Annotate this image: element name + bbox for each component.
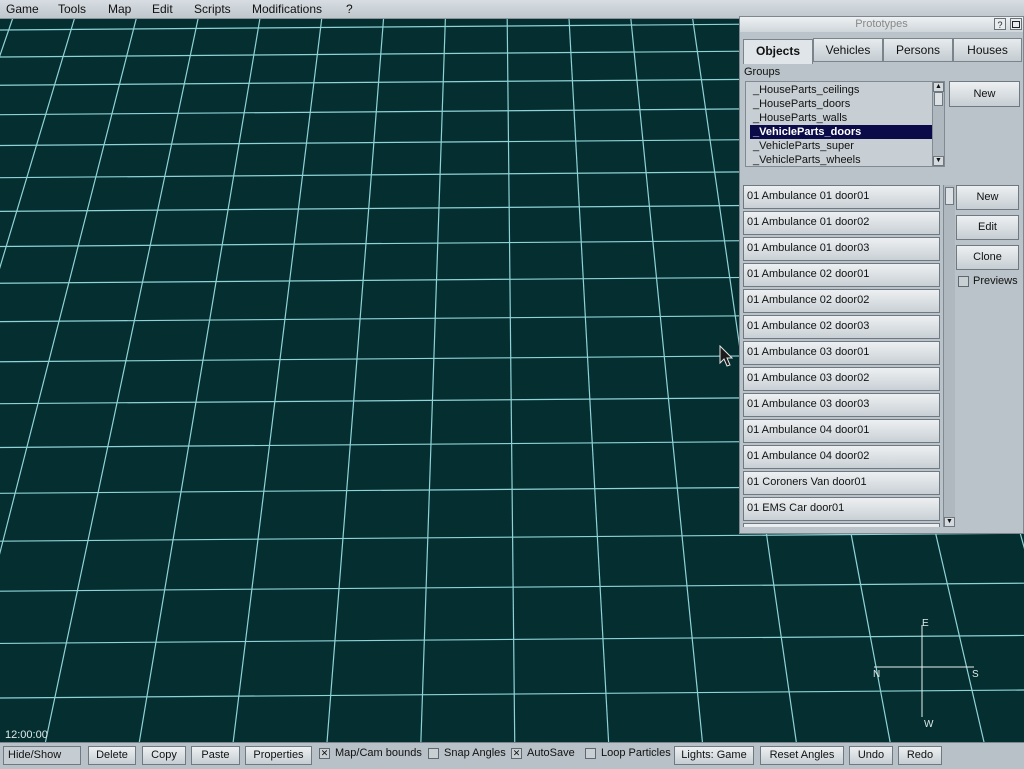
grid-line — [567, 0, 611, 768]
map-cam-bounds-label: Map/Cam bounds — [335, 747, 422, 759]
autosave-label: AutoSave — [527, 747, 575, 759]
redo-button[interactable]: Redo — [898, 746, 942, 765]
grid-line — [0, 582, 1024, 592]
compass-cross — [874, 625, 974, 717]
groups-scrollbar[interactable]: ▲ ▼ — [932, 82, 944, 166]
undo-button[interactable]: Undo — [849, 746, 893, 765]
menu-modifications[interactable]: Modifications — [252, 2, 322, 16]
prototypes-panel: Prototypes ? Objects Vehicles Persons Ho… — [739, 16, 1024, 534]
mouse-cursor-icon — [719, 345, 733, 367]
grid-line — [419, 0, 447, 768]
compass-west: W — [924, 719, 934, 730]
groups-list[interactable]: _HouseParts_ceilings _HouseParts_doors _… — [745, 81, 945, 167]
list-item[interactable]: 01 Ambulance 03 door01 — [743, 341, 940, 365]
copy-button[interactable]: Copy — [142, 746, 186, 765]
group-item[interactable]: _VehicleParts_wheels — [750, 153, 864, 166]
check-mark-icon: ✕ — [320, 748, 329, 758]
group-item[interactable]: _HouseParts_walls — [750, 111, 850, 125]
edit-button[interactable]: Edit — [956, 215, 1019, 240]
lights-button[interactable]: Lights: Game — [674, 746, 754, 765]
panel-title: Prototypes — [740, 17, 1023, 32]
snap-angles-checkbox[interactable] — [428, 748, 439, 759]
snap-angles-label: Snap Angles — [444, 747, 506, 759]
tab-houses[interactable]: Houses — [953, 38, 1022, 62]
grid-line — [324, 0, 386, 768]
prototype-scrollbar[interactable]: ▼ — [943, 185, 955, 527]
menu-scripts[interactable]: Scripts — [194, 2, 231, 16]
tab-objects[interactable]: Objects — [743, 39, 813, 64]
scroll-thumb[interactable] — [934, 92, 943, 106]
menu-help[interactable]: ? — [346, 2, 353, 16]
prototype-list[interactable]: 01 Ambulance 01 door01 01 Ambulance 01 d… — [743, 185, 955, 527]
group-item[interactable]: _HouseParts_doors — [750, 97, 853, 111]
previews-checkbox[interactable] — [958, 276, 969, 287]
scroll-down-icon[interactable]: ▼ — [933, 156, 944, 166]
grid-line — [39, 0, 203, 768]
tab-persons[interactable]: Persons — [883, 38, 953, 62]
grid-line — [628, 0, 706, 768]
game-clock: 12:00:00 — [5, 729, 48, 741]
compass: E N S W — [870, 615, 980, 733]
grid-line — [506, 0, 516, 768]
clone-button[interactable]: Clone — [956, 245, 1019, 270]
menu-edit[interactable]: Edit — [152, 2, 173, 16]
autosave-checkbox[interactable]: ✕ — [511, 748, 522, 759]
maximize-button[interactable] — [1010, 18, 1022, 30]
list-item[interactable]: 01 Ambulance 03 door02 — [743, 367, 940, 391]
new-button[interactable]: New — [956, 185, 1019, 210]
menu-tools[interactable]: Tools — [58, 2, 86, 16]
list-item[interactable]: 01 Ambulance 03 door03 — [743, 393, 940, 417]
grid-line — [0, 0, 142, 555]
list-item[interactable]: 01 Ambulance 01 door03 — [743, 237, 940, 261]
groups-label: Groups — [744, 66, 781, 78]
scroll-thumb[interactable] — [945, 187, 954, 205]
maximize-icon — [1012, 21, 1020, 28]
list-item[interactable]: 01 Ambulance 04 door01 — [743, 419, 940, 443]
list-item[interactable]: 01 Ambulance 01 door02 — [743, 211, 940, 235]
panel-title-text: Prototypes — [855, 18, 908, 30]
paste-button[interactable]: Paste — [191, 746, 240, 765]
bottom-toolbar: Hide/Show Delete Copy Paste Properties ✕… — [0, 742, 1024, 769]
list-item[interactable]: 01 Ambulance 02 door01 — [743, 263, 940, 287]
previews-label: Previews — [973, 275, 1018, 287]
list-item[interactable]: 01 Ambulance 02 door02 — [743, 289, 940, 313]
scroll-down-icon[interactable]: ▼ — [944, 517, 955, 527]
group-item-selected[interactable]: _VehicleParts_doors — [750, 125, 932, 139]
scroll-up-icon[interactable]: ▲ — [933, 82, 944, 92]
reset-angles-button[interactable]: Reset Angles — [760, 746, 844, 765]
tab-vehicles[interactable]: Vehicles — [813, 38, 883, 62]
loop-particles-checkbox[interactable] — [585, 748, 596, 759]
check-mark-icon: ✕ — [512, 748, 521, 758]
compass-north: N — [873, 669, 881, 680]
loop-particles-label: Loop Particles — [601, 747, 671, 759]
map-cam-bounds-checkbox[interactable]: ✕ — [319, 748, 330, 759]
delete-button[interactable]: Delete — [88, 746, 136, 765]
help-button[interactable]: ? — [994, 18, 1006, 30]
list-item[interactable]: 01 Ambulance 04 door02 — [743, 445, 940, 469]
compass-east: E — [922, 618, 929, 629]
menu-map[interactable]: Map — [108, 2, 131, 16]
list-item[interactable]: 01 Ambulance 01 door01 — [743, 185, 940, 209]
list-item[interactable] — [743, 523, 940, 527]
compass-south: S — [972, 669, 979, 680]
menu-game[interactable]: Game — [6, 2, 39, 16]
list-item[interactable]: 01 EMS Car door01 — [743, 497, 940, 521]
group-new-button[interactable]: New — [949, 81, 1020, 107]
group-item[interactable]: _VehicleParts_super — [750, 139, 857, 153]
hide-show-button[interactable]: Hide/Show — [3, 746, 81, 765]
list-item[interactable]: 01 Ambulance 02 door03 — [743, 315, 940, 339]
list-item[interactable]: 01 Coroners Van door01 — [743, 471, 940, 495]
help-icon: ? — [997, 20, 1003, 30]
properties-button[interactable]: Properties — [245, 746, 312, 765]
group-item[interactable]: _HouseParts_ceilings — [750, 83, 862, 97]
